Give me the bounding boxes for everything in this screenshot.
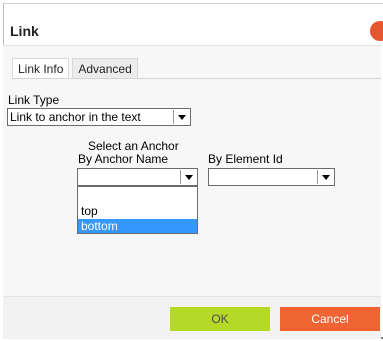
anchor-heading: Select an Anchor	[88, 139, 179, 153]
tab-advanced[interactable]: Advanced	[72, 58, 138, 78]
dropdown-option-bottom[interactable]: bottom	[78, 219, 197, 233]
ok-button[interactable]: OK	[170, 307, 270, 331]
anchor-name-select[interactable]	[77, 168, 198, 186]
by-element-id-label: By Element Id	[208, 152, 283, 166]
chevron-down-icon[interactable]	[317, 170, 333, 184]
chevron-down-icon[interactable]	[173, 110, 189, 124]
link-type-value: Link to anchor in the text	[10, 110, 141, 124]
close-icon[interactable]	[370, 21, 383, 41]
tab-divider	[12, 78, 381, 79]
chevron-down-icon[interactable]	[180, 170, 196, 184]
tab-bar: Link Info Advanced	[12, 58, 138, 78]
element-id-select[interactable]	[208, 168, 335, 186]
cancel-button[interactable]: Cancel	[280, 307, 380, 331]
link-type-select[interactable]: Link to anchor in the text	[7, 108, 191, 126]
anchor-dropdown-list: top bottom	[77, 186, 198, 234]
dropdown-option-empty[interactable]	[78, 189, 197, 203]
dialog-title: Link	[10, 23, 39, 39]
tab-link-info[interactable]: Link Info	[12, 58, 70, 78]
by-anchor-name-label: By Anchor Name	[78, 152, 169, 166]
dropdown-option-top[interactable]: top	[78, 204, 197, 218]
link-type-label: Link Type	[8, 93, 60, 107]
